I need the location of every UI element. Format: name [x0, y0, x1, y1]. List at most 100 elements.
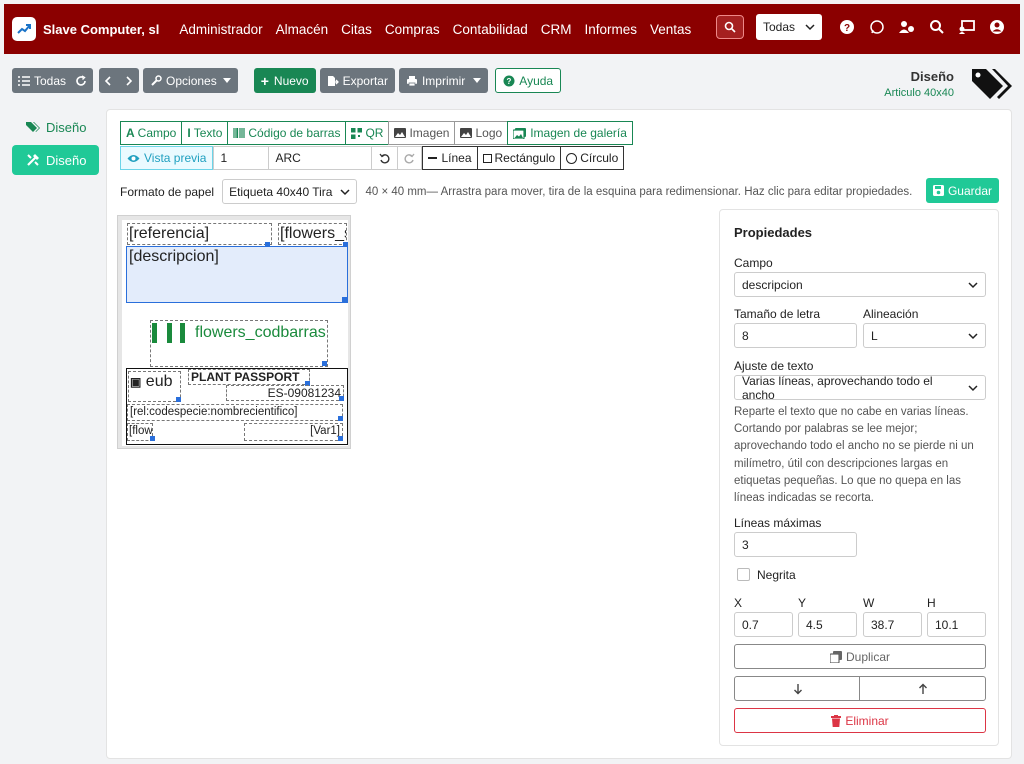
menu-ventas[interactable]: Ventas: [650, 22, 691, 37]
search-icon[interactable]: [926, 16, 948, 38]
field-logo-eub[interactable]: ▣ eub: [128, 371, 181, 402]
insert-qr-label: QR: [365, 126, 384, 140]
bold-checkbox[interactable]: [737, 568, 750, 581]
insert-gallery-image-button[interactable]: Imagen de galería: [507, 121, 633, 145]
users-cog-icon[interactable]: [896, 16, 918, 38]
menu-administrador[interactable]: Administrador: [179, 22, 262, 37]
options-button-label: Opciones: [166, 73, 217, 88]
left-nav: Diseño Diseño: [12, 112, 99, 178]
resize-handle[interactable]: [322, 361, 327, 366]
draw-line-label: Línea: [441, 151, 472, 165]
sidebar-item-label: Diseño: [46, 152, 87, 168]
menu-contabilidad[interactable]: Contabilidad: [453, 22, 528, 37]
preview-toggle[interactable]: Vista previa: [120, 146, 214, 170]
draw-line-button[interactable]: Línea: [422, 146, 478, 170]
preview-qty-input[interactable]: 1: [213, 146, 270, 170]
redo-button[interactable]: [397, 146, 423, 170]
chevron-left-icon[interactable]: [104, 75, 114, 86]
x-input[interactable]: 0.7: [734, 612, 793, 637]
nav-arrows[interactable]: [99, 68, 140, 93]
field-barcode[interactable]: flowers_codbarras: [150, 320, 328, 367]
export-button[interactable]: Exportar: [319, 68, 395, 93]
help-button[interactable]: ? Ayuda: [495, 68, 562, 93]
w-input[interactable]: 38.7: [863, 612, 922, 637]
save-button[interactable]: Guardar: [925, 178, 999, 203]
plus-icon: +: [260, 72, 269, 89]
search-button[interactable]: [716, 15, 744, 39]
delete-button[interactable]: Eliminar: [734, 708, 986, 733]
insert-barcode-button[interactable]: Código de barras: [227, 121, 347, 145]
options-button[interactable]: Opciones: [143, 68, 238, 93]
field-var1[interactable]: [Var1]: [244, 423, 343, 441]
align-select[interactable]: L: [863, 323, 986, 348]
insert-logo-label: Logo: [475, 126, 503, 140]
field-flowers-s[interactable]: [flowers_s: [278, 223, 347, 245]
resize-handle[interactable]: [176, 397, 181, 402]
duplicate-button[interactable]: Duplicar: [734, 644, 986, 669]
print-button[interactable]: Imprimir: [398, 68, 489, 93]
properties-panel: Propiedades Campo descripcion Tamaño de …: [719, 209, 999, 746]
arrow-down-icon: [793, 683, 802, 694]
scope-select[interactable]: Todas: [756, 14, 822, 40]
y-value: 4.5: [806, 617, 823, 632]
align-label: Alineación: [863, 307, 919, 321]
field-referencia[interactable]: [referencia]: [127, 223, 272, 245]
preview-ref-input[interactable]: ARC: [268, 146, 373, 170]
all-button[interactable]: Todas: [12, 68, 94, 93]
campo-select-value: descripcion: [742, 277, 803, 292]
field-nombre-cientifico[interactable]: [rel:codespecie:nombrecientifico]: [127, 404, 343, 421]
file-export-icon: [327, 75, 339, 86]
field-plant-passport[interactable]: PLANT PASSPORT: [188, 369, 310, 385]
user-icon[interactable]: [986, 16, 1008, 38]
resize-handle[interactable]: [339, 396, 344, 401]
sidebar-item-diseno-active[interactable]: Diseño: [12, 145, 99, 175]
resize-handle[interactable]: [342, 297, 347, 302]
draw-circle-button[interactable]: Círculo: [560, 146, 625, 170]
menu-crm[interactable]: CRM: [541, 22, 572, 37]
max-lines-input[interactable]: 3: [734, 532, 857, 557]
tools-icon: [27, 154, 39, 166]
menu-compras[interactable]: Compras: [385, 22, 440, 37]
sidebar-item-diseno[interactable]: Diseño: [12, 112, 99, 142]
chevron-down-icon: [968, 384, 978, 391]
paper-format-select[interactable]: Etiqueta 40x40 Tira: [222, 179, 358, 204]
menu-almacen[interactable]: Almacén: [276, 22, 329, 37]
field-es-code[interactable]: ES-09081234: [226, 385, 344, 401]
resize-handle[interactable]: [338, 436, 343, 441]
move-up-button[interactable]: [859, 676, 986, 701]
new-button[interactable]: + Nuevo: [253, 68, 316, 93]
help-icon[interactable]: ?: [836, 16, 858, 38]
resize-handle[interactable]: [338, 416, 343, 421]
delete-button-label: Eliminar: [845, 713, 889, 728]
list-icon: [18, 75, 30, 86]
draw-rectangle-button[interactable]: Rectángulo: [476, 146, 562, 170]
wrap-help-text: Reparte el texto que no cabe en varias l…: [734, 406, 974, 505]
label-canvas[interactable]: [referencia] [flowers_s [descripcion] fl…: [122, 220, 348, 446]
h-input[interactable]: 10.1: [927, 612, 986, 637]
undo-button[interactable]: [371, 146, 399, 170]
insert-qr-button[interactable]: QR: [345, 121, 390, 145]
brand[interactable]: Slave Computer, sl: [12, 17, 159, 41]
insert-image-button[interactable]: Imagen: [388, 121, 456, 145]
whatsapp-icon[interactable]: [866, 16, 888, 38]
svg-text:?: ?: [507, 77, 512, 86]
insert-logo-button[interactable]: Logo: [454, 121, 509, 145]
font-size-input[interactable]: 8: [734, 323, 857, 348]
move-down-button[interactable]: [734, 676, 861, 701]
insert-text-button[interactable]: I Texto: [181, 121, 229, 145]
wrap-select-value: Varias líneas, aprovechando todo el anch…: [742, 373, 933, 402]
campo-select[interactable]: descripcion: [734, 272, 986, 297]
insert-barcode-label: Código de barras: [248, 126, 341, 140]
barcode-icon: [233, 128, 245, 138]
chevron-right-icon[interactable]: [124, 75, 134, 86]
chalkboard-icon[interactable]: [956, 16, 978, 38]
wrap-select[interactable]: Varias líneas, aprovechando todo el anch…: [734, 373, 986, 402]
insert-field-label: Campo: [137, 126, 177, 140]
wrap-label: Ajuste de texto: [734, 359, 814, 373]
resize-handle[interactable]: [150, 436, 155, 441]
menu-citas[interactable]: Citas: [341, 22, 372, 37]
field-descripcion-selected[interactable]: [descripcion]: [126, 246, 348, 303]
menu-informes[interactable]: Informes: [584, 22, 637, 37]
insert-field-button[interactable]: A Campo: [120, 121, 183, 145]
y-input[interactable]: 4.5: [798, 612, 857, 637]
